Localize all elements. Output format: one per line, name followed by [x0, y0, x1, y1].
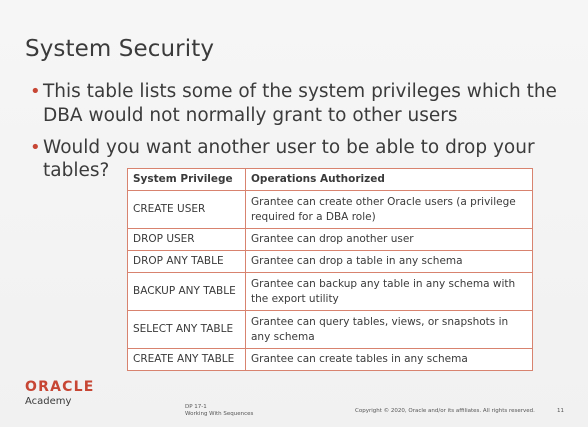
privilege-cell: DROP USER [127, 228, 246, 251]
copyright: Copyright © 2020, Oracle and/or its affi… [355, 408, 535, 414]
bullet-dot-icon: • [30, 81, 41, 102]
privilege-cell: CREATE ANY TABLE [127, 348, 246, 371]
table-row: SELECT ANY TABLE Grantee can query table… [127, 310, 533, 349]
course-code: DP 17-1 [185, 404, 207, 410]
course-title: Working With Sequences [185, 411, 254, 417]
privilege-cell: BACKUP ANY TABLE [127, 272, 246, 311]
slide-title: System Security [25, 36, 215, 62]
privilege-cell: CREATE USER [127, 190, 246, 229]
operation-cell: Grantee can create tables in any schema [245, 348, 533, 371]
operation-cell: Grantee can drop a table in any schema [245, 250, 533, 273]
course-info: DP 17-1 Working With Sequences [185, 404, 253, 418]
bullet-item: • Would you want another user to be able… [30, 136, 575, 160]
table-header-row: System Privilege Operations Authorized [127, 168, 533, 191]
page-number: 11 [557, 408, 564, 414]
bullet-text-continuation: tables? [43, 160, 110, 181]
logo-brand: ORACLE [25, 379, 95, 395]
table-row: DROP ANY TABLE Grantee can drop a table … [127, 250, 533, 273]
table-row: CREATE ANY TABLE Grantee can create tabl… [127, 348, 533, 371]
column-header: Operations Authorized [245, 168, 533, 191]
bullet-text: This table lists some of the system priv… [43, 81, 557, 126]
privilege-cell: DROP ANY TABLE [127, 250, 246, 273]
operation-cell: Grantee can backup any table in any sche… [245, 272, 533, 311]
operation-cell: Grantee can create other Oracle users (a… [245, 190, 533, 229]
operation-cell: Grantee can query tables, views, or snap… [245, 310, 533, 349]
column-header: System Privilege [127, 168, 246, 191]
logo-subtitle: Academy [25, 396, 72, 407]
operation-cell: Grantee can drop another user [245, 228, 533, 251]
table-row: DROP USER Grantee can drop another user [127, 228, 533, 251]
table-row: BACKUP ANY TABLE Grantee can backup any … [127, 272, 533, 311]
bullet-list: • This table lists some of the system pr… [30, 80, 575, 160]
slide: System Security • This table lists some … [0, 0, 588, 427]
bullet-item: • This table lists some of the system pr… [30, 80, 575, 128]
privilege-cell: SELECT ANY TABLE [127, 310, 246, 349]
table-row: CREATE USER Grantee can create other Ora… [127, 190, 533, 229]
bullet-text: Would you want another user to be able t… [43, 137, 535, 158]
privileges-table: System Privilege Operations Authorized C… [127, 168, 533, 371]
bullet-dot-icon: • [30, 137, 41, 158]
oracle-academy-logo: ORACLE Academy [25, 380, 94, 408]
